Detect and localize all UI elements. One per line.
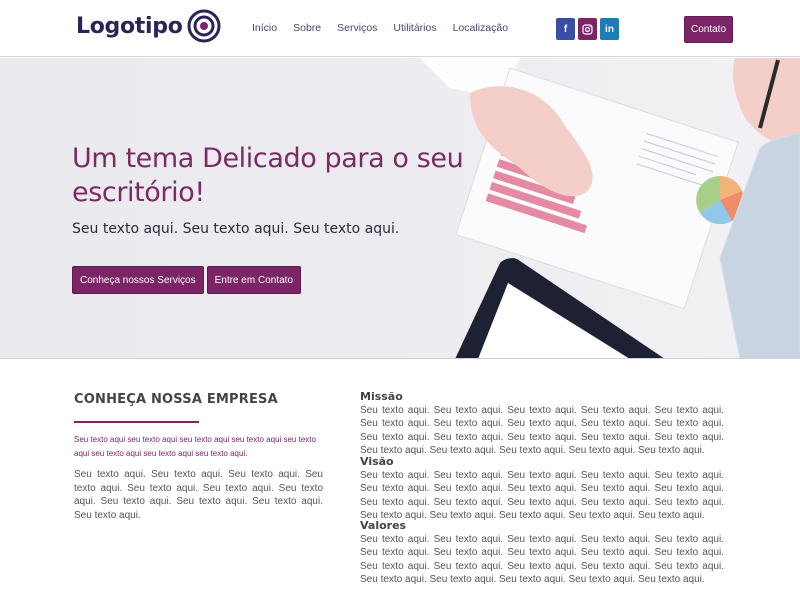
services-button[interactable]: Conheça nossos Serviços bbox=[72, 266, 204, 294]
about-title: CONHEÇA NOSSA EMPRESA bbox=[74, 392, 278, 407]
vision-title: Visão bbox=[360, 455, 394, 468]
nav-localizacao[interactable]: Localização bbox=[453, 22, 508, 34]
main-nav: Início Sobre Serviços Utilitários Locali… bbox=[252, 22, 508, 34]
vision-block: Visão Seu texto aqui. Seu texto aqui. Se… bbox=[360, 455, 724, 523]
facebook-glyph: f bbox=[563, 23, 568, 35]
get-in-touch-button[interactable]: Entre em Contato bbox=[206, 266, 301, 294]
target-logo-icon bbox=[187, 9, 221, 43]
nav-sobre[interactable]: Sobre bbox=[293, 22, 321, 34]
hero-title: Um tema Delicado para o seu escritório! bbox=[72, 143, 464, 208]
nav-utilitarios[interactable]: Utilitários bbox=[393, 22, 436, 34]
values-text: Seu texto aqui. Seu texto aqui. Seu text… bbox=[360, 534, 724, 586]
about-body: Seu texto aqui. Seu texto aqui. Seu text… bbox=[74, 469, 323, 521]
contact-button[interactable]: Contato bbox=[684, 16, 733, 43]
mission-text: Seu texto aqui. Seu texto aqui. Seu text… bbox=[360, 405, 724, 457]
linkedin-icon[interactable]: in bbox=[600, 18, 619, 40]
facebook-icon[interactable]: f bbox=[556, 18, 575, 40]
hero-banner: Um tema Delicado para o seu escritório! … bbox=[0, 58, 800, 359]
hero-subtitle: Seu texto aqui. Seu texto aqui. Seu text… bbox=[72, 221, 400, 237]
site-header: Logotipo Início Sobre Serviços Utilitári… bbox=[0, 0, 800, 57]
title-underline bbox=[74, 421, 199, 423]
instagram-icon[interactable] bbox=[578, 18, 597, 40]
linkedin-glyph: in bbox=[605, 23, 614, 35]
nav-inicio[interactable]: Início bbox=[252, 22, 277, 34]
about-lead: Seu texto aqui seu texto aqui seu texto … bbox=[74, 435, 316, 458]
hero-buttons: Conheça nossos Serviços Entre em Contato bbox=[72, 266, 301, 294]
values-block: Valores Seu texto aqui. Seu texto aqui. … bbox=[360, 519, 724, 587]
mission-title: Missão bbox=[360, 390, 403, 403]
logo[interactable]: Logotipo bbox=[76, 9, 221, 43]
vision-text: Seu texto aqui. Seu texto aqui. Seu text… bbox=[360, 470, 724, 522]
nav-servicos[interactable]: Serviços bbox=[337, 22, 377, 34]
values-title: Valores bbox=[360, 519, 407, 532]
instagram-glyph bbox=[582, 23, 593, 35]
social-links: f in bbox=[556, 18, 619, 40]
mission-block: Missão Seu texto aqui. Seu texto aqui. S… bbox=[360, 390, 724, 458]
logo-text: Logotipo bbox=[76, 13, 183, 39]
